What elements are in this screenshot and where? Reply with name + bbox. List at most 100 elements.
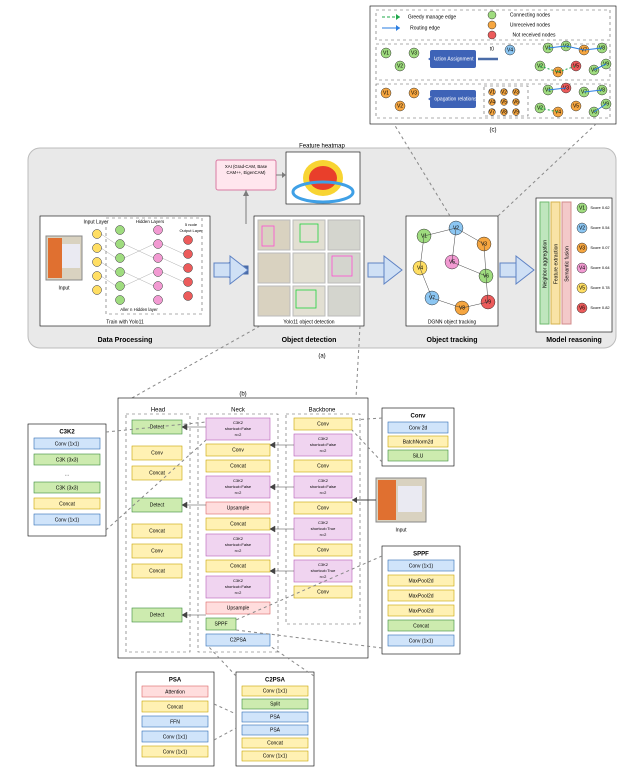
svg-text:V7: V7 [429,295,435,301]
svg-text:V8: V8 [501,109,507,115]
svg-text:V4: V4 [579,265,585,271]
svg-text:PSA: PSA [169,678,182,684]
svg-text:Concat: Concat [59,501,75,507]
svg-text:DGNN object tracking: DGNN object tracking [428,319,477,325]
svg-text:Conv (1x1): Conv (1x1) [163,749,188,755]
legend-routing-label: Routing edge [410,25,440,31]
svg-text:SPPF: SPPF [214,621,227,627]
svg-text:V2: V2 [579,225,585,231]
svg-text:SPPF: SPPF [413,552,429,558]
svg-text:V5: V5 [579,285,585,291]
svg-text:Split: Split [270,701,280,707]
svg-text:C2PSA: C2PSA [230,637,247,643]
svg-text:V5: V5 [501,99,507,105]
legend-connecting-dot [488,11,496,19]
svg-text:V4: V4 [489,99,495,105]
svg-text:C2PSA: C2PSA [265,678,286,684]
svg-text:Conv 2d: Conv 2d [409,425,428,431]
svg-text:Attention: Attention [165,689,185,695]
svg-text:C3K (3x3): C3K (3x3) [56,485,79,491]
svg-text:V1: V1 [383,90,389,96]
svg-text:Train with Yolo11: Train with Yolo11 [106,319,144,325]
svg-text:V2: V2 [397,103,403,109]
feature-heatmap-label: Feature heatmap [299,144,345,150]
legend-unreceived-label: Unreceived nodes [510,22,551,28]
svg-text:Yolo11 object detection: Yolo11 object detection [283,319,334,325]
svg-text:Input Layer: Input Layer [83,219,108,225]
object-tracking-label: Object tracking [427,337,478,344]
svg-text:Concat: Concat [230,563,246,569]
svg-text:Hidden Layers: Hidden Layers [136,219,165,224]
svg-text:…: … [65,471,70,477]
action-assignment-label: Action Assignment [432,56,474,62]
svg-text:Conv: Conv [151,450,163,456]
svg-text:PSA: PSA [270,714,281,720]
legend-unreceived-dot [488,21,496,29]
svg-text:V3: V3 [579,245,585,251]
svg-text:Neighbor aggregation: Neighbor aggregation [542,240,548,288]
svg-text:Conv: Conv [411,414,427,420]
svg-text:Aller n Hidden layer: Aller n Hidden layer [120,307,158,312]
svg-text:Backbone: Backbone [309,408,336,414]
svg-text:Conv (1x1): Conv (1x1) [55,441,80,447]
svg-text:Upsample: Upsample [227,505,250,511]
svg-text:Concat: Concat [167,704,183,710]
svg-text:MaxPool2d: MaxPool2d [408,578,433,584]
svg-text:Semantic fusion: Semantic fusion [564,246,570,282]
svg-text:XAI (Grad-CAM, BaseCAM++, Eige: XAI (Grad-CAM, BaseCAM++, EigenCAM) [225,164,268,175]
c2psa-callout: C2PSA Conv (1x1) Split PSA PSA Concat Co… [208,646,314,766]
svg-text:Score 0.54: Score 0.54 [590,225,610,230]
panel-c: Greedy manage edge Routing edge Connecti… [370,6,616,134]
legend-notreceived-label: Not received nodes [512,32,556,38]
svg-text:C3K (3x3): C3K (3x3) [56,457,79,463]
legend-greedy-label: Greedy manage edge [408,14,457,20]
svg-text:Score 0.82: Score 0.82 [590,305,610,310]
svg-text:Neck: Neck [231,408,246,414]
panel-a-caption: (a) [318,354,325,360]
svg-text:Conv: Conv [317,505,329,511]
svg-text:Score 0.62: Score 0.62 [590,205,610,210]
svg-text:Score 0.64: Score 0.64 [590,265,610,270]
panel-b-caption: (b) [239,392,246,398]
svg-text:Input: Input [58,285,70,291]
svg-text:V5: V5 [573,103,579,109]
svg-text:Concat: Concat [149,568,165,574]
svg-text:Head: Head [151,408,165,414]
svg-text:Detect: Detect [150,612,165,618]
svg-text:V8: V8 [459,305,465,311]
figure-root: Greedy manage edge Routing edge Connecti… [0,0,640,771]
svg-text:V4: V4 [555,69,561,75]
svg-text:Concat: Concat [149,528,165,534]
propagation-label: Propagation relations [429,96,477,102]
svg-text:t0: t0 [490,46,494,52]
svg-text:Detect: Detect [150,424,165,430]
svg-text:Conv (1x1): Conv (1x1) [55,517,80,523]
svg-text:Conv (1x1): Conv (1x1) [163,734,188,740]
svg-text:Conv: Conv [317,463,329,469]
svg-text:V3: V3 [411,90,417,96]
svg-text:SiLU: SiLU [413,453,424,459]
svg-text:Concat: Concat [413,623,429,629]
legend-connecting-label: Connecting nodes [510,12,551,18]
object-tracking: V1 V2 V3 V4 V5 V6 V7 V8 V9 DGNN object t… [406,216,498,344]
svg-text:V4: V4 [507,47,513,53]
panel-a: Feature heatmap XAI (Grad-CAM, BaseCAM++… [28,144,616,360]
svg-text:V3: V3 [513,89,519,95]
svg-text:BatchNorm2d: BatchNorm2d [403,439,434,445]
svg-text:PSA: PSA [270,727,281,733]
svg-text:V9: V9 [513,109,519,115]
svg-text:MaxPool2d: MaxPool2d [408,608,433,614]
data-processing-label: Data Processing [98,337,153,344]
svg-text:MaxPool2d: MaxPool2d [408,593,433,599]
svg-text:Conv: Conv [151,548,163,554]
svg-text:Conv (1x1): Conv (1x1) [263,753,288,759]
svg-text:Concat: Concat [267,740,283,746]
svg-text:Conv (1x1): Conv (1x1) [263,688,288,694]
svg-text:V2: V2 [501,89,507,95]
svg-text:Conv: Conv [317,589,329,595]
svg-text:V3: V3 [411,50,417,56]
backbone-col: Conv C3K2shortcut=Falsen=2 Conv C3K2shor… [294,418,352,598]
svg-text:Feature extraction: Feature extraction [553,244,559,285]
svg-text:V6: V6 [579,305,585,311]
object-detection-label: Object detection [282,337,337,344]
